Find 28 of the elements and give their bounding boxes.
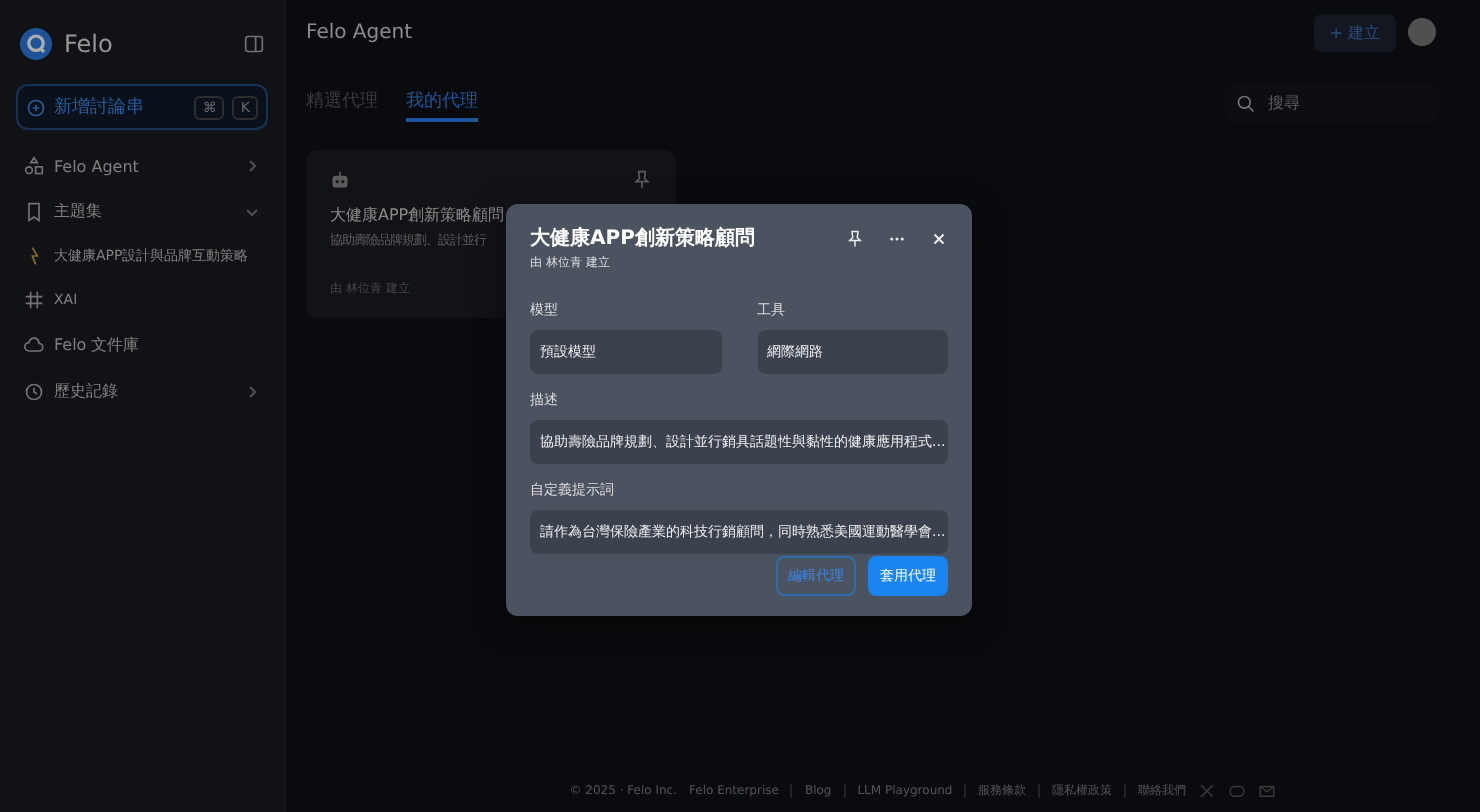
avatar[interactable] bbox=[1408, 18, 1436, 46]
mail-icon[interactable] bbox=[1258, 781, 1277, 799]
pin-icon[interactable] bbox=[632, 170, 652, 190]
page-title: Felo Agent bbox=[306, 21, 415, 43]
sidebar-toggle-icon[interactable] bbox=[244, 34, 264, 54]
brand-name: Felo bbox=[64, 30, 113, 58]
hash-icon bbox=[24, 290, 44, 310]
create-button[interactable]: + 建立 bbox=[1313, 13, 1396, 51]
bookmark-icon bbox=[24, 201, 44, 221]
chevron-icon[interactable] bbox=[244, 158, 260, 174]
chevron-icon[interactable] bbox=[244, 383, 260, 399]
robot-icon bbox=[330, 170, 350, 190]
search-icon bbox=[1236, 93, 1256, 113]
logo-icon bbox=[20, 28, 52, 60]
clock-icon bbox=[24, 381, 44, 401]
chevron-icon[interactable] bbox=[244, 203, 260, 219]
sidebar-item[interactable]: Felo 文件庫 bbox=[16, 324, 268, 366]
close-icon[interactable] bbox=[930, 230, 948, 248]
sidebar-item[interactable]: 歷史記錄 bbox=[16, 370, 268, 412]
sidebar-item[interactable]: 主題集 bbox=[16, 190, 268, 232]
x-logo-icon[interactable] bbox=[1198, 781, 1217, 799]
card-title: 大健康APP創新策略顧問 bbox=[330, 204, 505, 226]
shapes-icon bbox=[24, 156, 44, 176]
sidebar-item[interactable]: Felo Agent bbox=[16, 146, 268, 186]
cloud-icon bbox=[24, 335, 44, 355]
plus-circle-icon bbox=[26, 97, 46, 117]
search-input[interactable]: 搜尋 bbox=[1264, 92, 1412, 114]
tab[interactable]: 我的代理 bbox=[406, 84, 478, 122]
